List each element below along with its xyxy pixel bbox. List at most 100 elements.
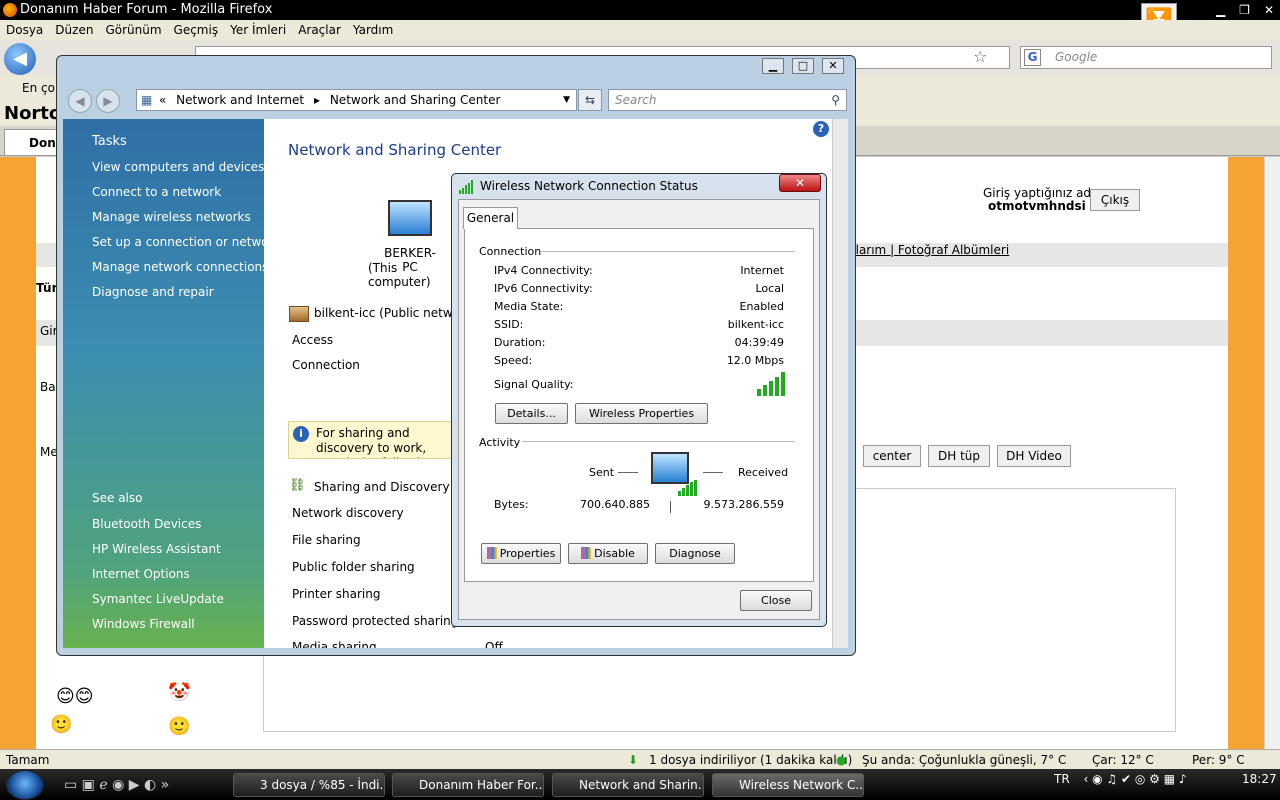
dialog-title: Wireless Network Connection Status bbox=[480, 179, 698, 193]
task-connect-network[interactable]: Connect to a network bbox=[92, 185, 221, 199]
task-diagnose-repair[interactable]: Diagnose and repair bbox=[92, 285, 214, 299]
smiley-icon[interactable]: 🙂 bbox=[50, 714, 72, 735]
menu-tools[interactable]: Araçlar bbox=[292, 20, 347, 40]
minimize-icon[interactable]: ▁ bbox=[762, 58, 784, 74]
see-also-firewall[interactable]: Windows Firewall bbox=[92, 617, 195, 631]
download-status[interactable]: 1 dosya indiriliyor (1 dakika kaldı) bbox=[649, 750, 852, 770]
breadcrumb-network-internet[interactable]: Network and Internet bbox=[176, 93, 304, 107]
firefox-window-controls: ▁ ❐ ✕ bbox=[1216, 0, 1274, 20]
dh-tup-button[interactable]: DH tüp bbox=[928, 445, 990, 467]
close-button[interactable]: Close bbox=[740, 590, 812, 611]
tab-general[interactable]: General bbox=[463, 207, 518, 229]
see-also-bluetooth[interactable]: Bluetooth Devices bbox=[92, 517, 201, 531]
see-also-internet-options[interactable]: Internet Options bbox=[92, 567, 190, 581]
system-tray: TR ‹ ◉ ♫ ✔ ◎ ⚙ ▦ ♪ 18:27 bbox=[1054, 772, 1277, 786]
weather-now: Şu anda: Çoğunlukla güneşli, 7° C bbox=[862, 753, 1067, 767]
login-label: Giriş yaptığınız ad bbox=[983, 186, 1092, 200]
breadcrumb-root[interactable]: « bbox=[159, 93, 166, 107]
sent-label: Sent bbox=[589, 466, 615, 479]
webpage-links[interactable]: nlarım | Fotoğraf Albümleri bbox=[848, 243, 1009, 257]
close-icon[interactable]: ✕ bbox=[822, 58, 844, 74]
connection-group-label: Connection bbox=[479, 245, 542, 258]
back-arrow-icon[interactable]: ◀ bbox=[68, 89, 92, 113]
refresh-icon[interactable]: ⇆ bbox=[578, 89, 602, 111]
tab-donanim[interactable]: Dona bbox=[4, 129, 64, 155]
task-view-computers[interactable]: View computers and devices bbox=[92, 160, 264, 174]
google-search-input[interactable]: G Google bbox=[1020, 46, 1272, 69]
start-button[interactable] bbox=[6, 770, 44, 800]
quick-launch-icons[interactable]: ▭ ▣ ℯ ◉ ▶ ◐ » bbox=[64, 777, 169, 793]
divider bbox=[703, 472, 723, 473]
smiley-icon[interactable]: 😊😊 bbox=[56, 686, 94, 707]
address-bar[interactable]: ▦ « Network and Internet ▸ Network and S… bbox=[136, 89, 577, 111]
menu-view[interactable]: Görünüm bbox=[99, 20, 167, 40]
media-state-value: Enabled bbox=[739, 300, 784, 313]
diagnose-button[interactable]: Diagnose bbox=[655, 543, 735, 564]
breadcrumb-sharing-center[interactable]: Network and Sharing Center bbox=[330, 93, 501, 107]
weather-thu: Per: 9° C bbox=[1192, 753, 1245, 767]
taskbar-wireless-status[interactable]: Wireless Network C... bbox=[712, 773, 864, 797]
public-network-bench-icon bbox=[289, 306, 309, 322]
bookmark-star-icon[interactable]: ☆ bbox=[973, 47, 987, 66]
dh-video-button[interactable]: DH Video bbox=[997, 445, 1071, 467]
clock[interactable]: 18:27 bbox=[1242, 772, 1277, 786]
menu-edit[interactable]: Düzen bbox=[49, 20, 99, 40]
see-also-liveupdate[interactable]: Symantec LiveUpdate bbox=[92, 592, 224, 606]
logout-button[interactable]: Çıkış bbox=[1090, 189, 1140, 211]
language-indicator[interactable]: TR bbox=[1054, 772, 1070, 786]
minimize-icon[interactable]: ▁ bbox=[1216, 0, 1225, 20]
disable-button[interactable]: Disable bbox=[568, 543, 648, 564]
page-title: Network and Sharing Center bbox=[288, 141, 502, 159]
task-manage-wireless[interactable]: Manage wireless networks bbox=[92, 210, 251, 224]
menu-history[interactable]: Geçmiş bbox=[168, 20, 225, 40]
taskbar-firefox-window[interactable]: Donanım Haber For... bbox=[392, 773, 544, 797]
sharing-icon: ⛓ bbox=[289, 478, 306, 493]
status-text: Tamam bbox=[6, 753, 50, 767]
taskbar-network-center[interactable]: Network and Sharin... bbox=[552, 773, 704, 797]
center-button[interactable]: center bbox=[863, 445, 921, 467]
webpage-side-label-1: Gir bbox=[40, 324, 58, 338]
bytes-label: Bytes: bbox=[494, 498, 529, 511]
maximize-icon[interactable]: ❐ bbox=[1239, 0, 1250, 20]
google-icon: G bbox=[1024, 49, 1041, 66]
computer-subtitle: (This computer) bbox=[368, 261, 431, 289]
close-icon[interactable]: ✕ bbox=[779, 174, 821, 192]
connection-label: Connection bbox=[292, 358, 360, 372]
tray-icons[interactable]: ‹ ◉ ♫ ✔ ◎ ⚙ ▦ ♪ bbox=[1084, 772, 1187, 786]
content-scrollbar[interactable] bbox=[832, 119, 848, 648]
wireless-properties-button[interactable]: Wireless Properties bbox=[575, 403, 708, 424]
search-input[interactable]: Search ⚲ bbox=[608, 89, 847, 111]
forward-arrow-icon[interactable]: ▶ bbox=[96, 89, 120, 113]
duration-value: 04:39:49 bbox=[734, 336, 784, 349]
see-also-hp-wireless[interactable]: HP Wireless Assistant bbox=[92, 542, 221, 556]
close-icon[interactable]: ✕ bbox=[1264, 0, 1274, 20]
divider bbox=[522, 441, 795, 442]
back-arrow-icon[interactable]: ◀ bbox=[4, 43, 36, 75]
smiley-icon[interactable]: 🤡 bbox=[168, 682, 190, 703]
task-manage-connections[interactable]: Manage network connections bbox=[92, 260, 268, 274]
firefox-status-bar: Tamam ⬇ 1 dosya indiriliyor (1 dakika ka… bbox=[0, 749, 1280, 769]
speed-value: 12.0 Mbps bbox=[726, 354, 784, 367]
media-sharing-value: Off bbox=[485, 640, 503, 648]
search-icon[interactable]: ⚲ bbox=[831, 90, 840, 110]
signal-bars-icon bbox=[459, 180, 473, 194]
google-search-placeholder: Google bbox=[1055, 50, 1098, 64]
uac-shield-icon bbox=[581, 547, 592, 559]
smiley-icon[interactable]: 🙂 bbox=[168, 716, 190, 737]
menu-file[interactable]: Dosya bbox=[0, 20, 49, 40]
page-scrollbar[interactable] bbox=[1264, 157, 1280, 749]
network-center-window-controls: ▁ □ ✕ bbox=[762, 58, 844, 74]
webpage-section-label: Tür bbox=[36, 281, 58, 295]
details-button[interactable]: Details... bbox=[495, 403, 568, 424]
maximize-icon[interactable]: □ bbox=[792, 58, 814, 74]
properties-button[interactable]: Properties bbox=[481, 543, 561, 564]
taskbar-download-window[interactable]: 3 dosya / %85 - İndi... bbox=[233, 773, 385, 797]
task-setup-connection[interactable]: Set up a connection or network bbox=[92, 235, 280, 249]
tasks-heading: Tasks bbox=[92, 134, 127, 149]
menu-bookmarks[interactable]: Yer İmleri bbox=[224, 20, 292, 40]
access-label: Access bbox=[292, 333, 334, 347]
help-icon[interactable]: ? bbox=[813, 121, 829, 137]
ipv4-label: IPv4 Connectivity: bbox=[494, 264, 593, 277]
chevron-down-icon[interactable]: ▼ bbox=[563, 90, 570, 110]
menu-help[interactable]: Yardım bbox=[347, 20, 399, 40]
